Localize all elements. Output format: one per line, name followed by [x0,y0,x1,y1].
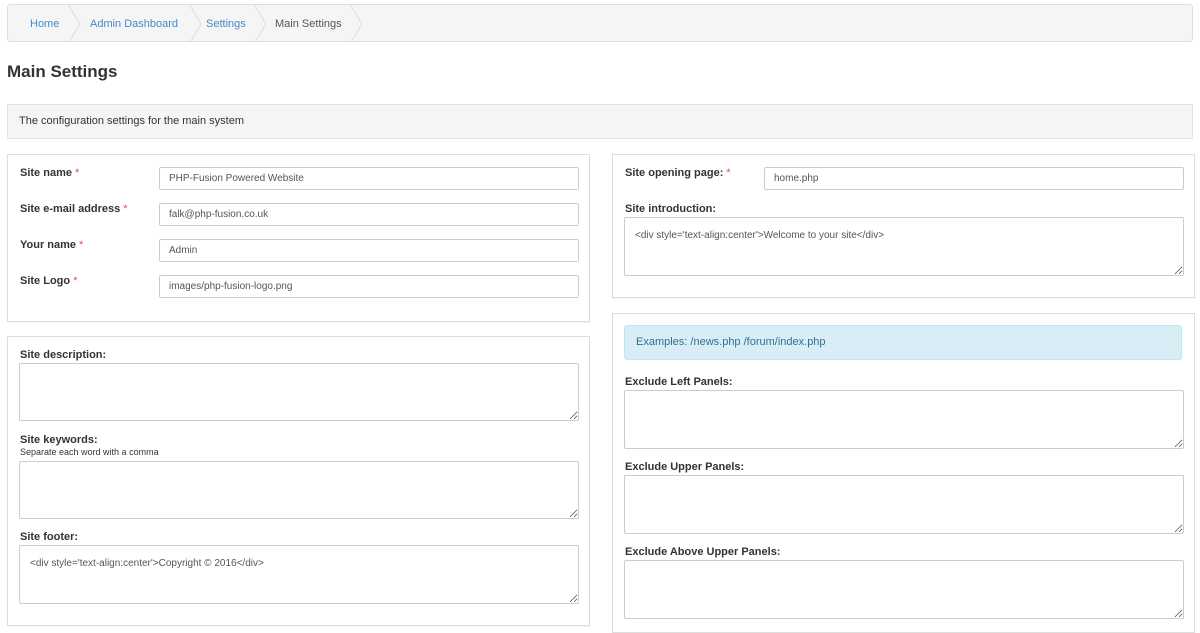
site-description-textarea[interactable] [19,363,579,421]
required-mark: * [74,167,80,179]
required-mark: * [73,275,78,287]
site-introduction-label: Site introduction: [625,203,717,215]
your-name-label: Your name * [20,239,84,251]
your-name-input[interactable] [159,239,579,262]
opening-page-panel: Site opening page:* Site introduction: <… [612,154,1195,298]
exclude-above-upper-panels-textarea[interactable] [624,560,1184,619]
exclude-left-panels-textarea[interactable] [624,390,1184,449]
breadcrumb-separator [188,5,202,41]
page-description: The configuration settings for the main … [7,104,1193,139]
exclude-upper-panels-textarea[interactable] [624,475,1184,534]
breadcrumb-separator [349,5,363,41]
site-name-label: Site name * [20,167,80,179]
required-mark: * [726,167,731,179]
site-keywords-label: Site keywords: [20,434,98,446]
required-mark: * [79,239,84,251]
breadcrumb-admin-dashboard-link[interactable]: Admin Dashboard [90,5,178,41]
examples-info-alert: Examples: /news.php /forum/index.php [624,325,1182,360]
site-logo-input[interactable] [159,275,579,298]
breadcrumb-settings-link[interactable]: Settings [206,5,246,41]
site-footer-textarea[interactable]: <div style='text-align:center'>Copyright… [19,545,579,604]
site-footer-label: Site footer: [20,531,79,543]
site-meta-panel: Site description: Site keywords: Separat… [7,336,590,626]
breadcrumb-separator [67,5,81,41]
site-opening-page-label: Site opening page: * [625,167,731,179]
site-introduction-textarea[interactable]: <div style='text-align:center'>Welcome t… [624,217,1184,276]
required-mark: * [123,203,128,215]
site-email-input[interactable] [159,203,579,226]
site-name-input[interactable] [159,167,579,190]
site-email-label: Site e-mail address * [20,203,128,215]
site-opening-page-input[interactable] [764,167,1184,190]
site-logo-label: Site Logo * [20,275,78,287]
breadcrumb-separator [253,5,267,41]
breadcrumb: Home Admin Dashboard Settings Main Setti… [7,4,1193,42]
exclude-panels-panel: Examples: /news.php /forum/index.php Exc… [612,313,1195,633]
page-title: Main Settings [7,62,118,81]
site-keywords-textarea[interactable] [19,461,579,519]
exclude-above-upper-panels-label: Exclude Above Upper Panels: [625,546,781,558]
exclude-left-panels-label: Exclude Left Panels: [625,376,733,388]
site-keywords-hint: Separate each word with a comma [20,447,159,457]
breadcrumb-current-page: Main Settings [275,18,342,30]
site-description-label: Site description: [20,349,107,361]
breadcrumb-home-link[interactable]: Home [30,5,59,41]
site-info-panel: Site name* Site e-mail address* Your nam… [7,154,590,322]
exclude-upper-panels-label: Exclude Upper Panels: [625,461,745,473]
